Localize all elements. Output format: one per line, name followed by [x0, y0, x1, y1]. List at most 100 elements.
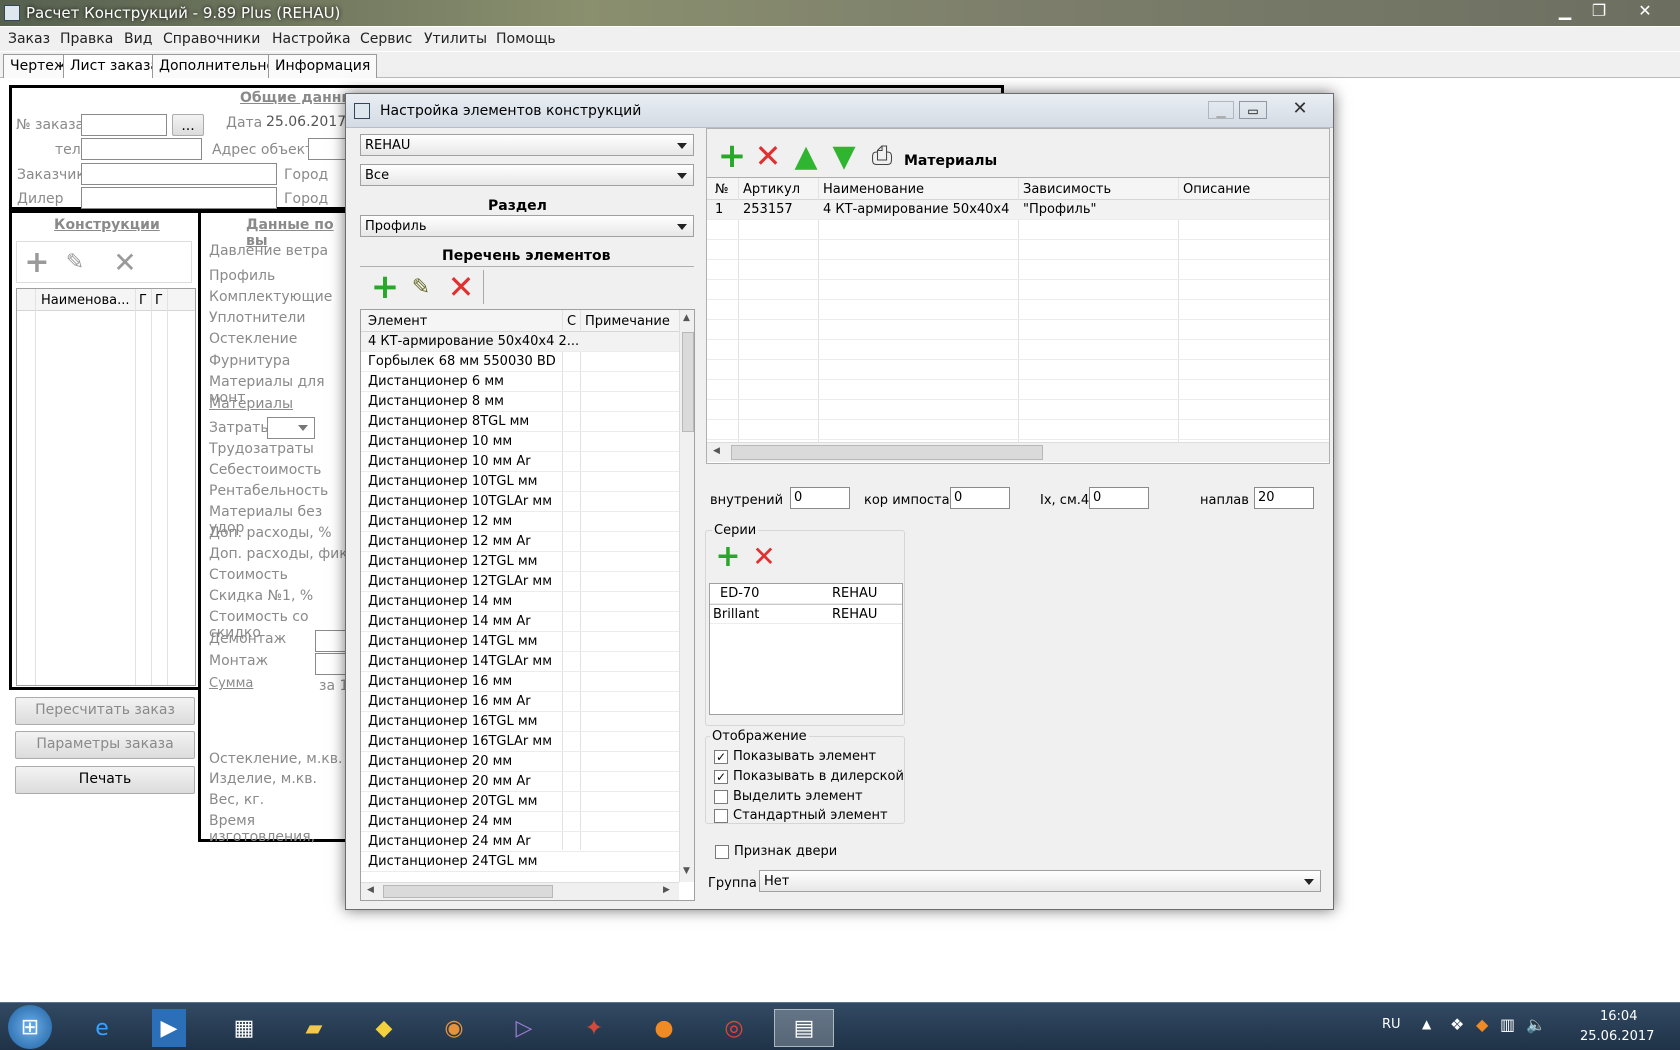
- list-item[interactable]: Brillant REHAU: [710, 604, 902, 624]
- list-item[interactable]: Дистанционер 10TGL мм: [361, 472, 679, 492]
- tel-input[interactable]: [81, 138, 202, 160]
- table-row[interactable]: [707, 240, 1329, 260]
- materials-link[interactable]: Материалы: [209, 396, 293, 412]
- list-item[interactable]: Дистанционер 12TGL мм: [361, 552, 679, 572]
- naplav-input[interactable]: 20: [1254, 487, 1314, 509]
- hscroll-thumb[interactable]: [383, 885, 553, 898]
- menu-view[interactable]: Вид: [124, 31, 152, 47]
- scroll-left-icon[interactable]: ◀: [713, 446, 720, 456]
- show-element-checkbox[interactable]: ✓: [714, 750, 728, 764]
- materials-table[interactable]: № Артикул Наименование Зависимость Описа…: [707, 177, 1329, 463]
- dealer-input[interactable]: [81, 187, 277, 209]
- menu-settings[interactable]: Настройка: [272, 31, 351, 47]
- table-row[interactable]: [707, 300, 1329, 320]
- customer-input[interactable]: [81, 163, 277, 185]
- list-item[interactable]: Дистанционер 14 мм: [361, 592, 679, 612]
- delete-construction-icon[interactable]: ✕: [109, 246, 141, 279]
- move-down-icon[interactable]: ▼: [827, 139, 861, 174]
- order-params-button[interactable]: Параметры заказа: [15, 731, 195, 759]
- materials-hscrollbar[interactable]: ◀: [707, 442, 1329, 462]
- table-row[interactable]: [707, 380, 1329, 400]
- sum-link[interactable]: Сумма: [209, 676, 253, 691]
- list-item[interactable]: Дистанционер 20 мм: [361, 752, 679, 772]
- hscroll-thumb[interactable]: [731, 445, 1043, 460]
- group-combo[interactable]: Нет: [759, 870, 1321, 892]
- maximize-button[interactable]: ❐: [1584, 0, 1614, 22]
- list-item[interactable]: Дистанционер 12TGLAr мм: [361, 572, 679, 592]
- scroll-right-icon[interactable]: ▶: [663, 885, 670, 895]
- list-item[interactable]: Дистанционер 12 мм: [361, 512, 679, 532]
- col-dependency[interactable]: Зависимость: [1023, 182, 1111, 197]
- inner-input[interactable]: 0: [790, 487, 850, 509]
- list-item[interactable]: Дистанционер 16TGLAr мм: [361, 732, 679, 752]
- dialog-close-button[interactable]: ✕: [1278, 98, 1322, 120]
- start-button[interactable]: ⊞: [8, 1005, 52, 1049]
- list-item[interactable]: Дистанционер 24 мм: [361, 812, 679, 832]
- highlight-element-checkbox[interactable]: [714, 790, 728, 804]
- vscroll-thumb[interactable]: [682, 332, 694, 432]
- col-g2[interactable]: Г: [155, 293, 163, 308]
- active-app-icon[interactable]: ▤: [774, 1009, 834, 1047]
- list-item[interactable]: Дистанционер 24TGL мм: [361, 852, 679, 872]
- viewer-icon[interactable]: ◉: [432, 1009, 476, 1047]
- visual-studio-icon[interactable]: ▷: [502, 1009, 546, 1047]
- filter-combo[interactable]: Все: [360, 164, 694, 186]
- network-icon[interactable]: ▥: [1500, 1015, 1515, 1034]
- menu-edit[interactable]: Правка: [60, 31, 113, 47]
- table-row[interactable]: 1 253157 4 КТ-армирование 50х40х4 "Профи…: [707, 200, 1329, 220]
- list-item[interactable]: 4 КТ-армирование 50х40х4 2...: [361, 332, 679, 352]
- list-item[interactable]: Дистанционер 10 мм Ar: [361, 452, 679, 472]
- list-item[interactable]: Дистанционер 20 мм Ar: [361, 772, 679, 792]
- list-item[interactable]: Дистанционер 16 мм: [361, 672, 679, 692]
- batman-icon[interactable]: ◆: [362, 1009, 406, 1047]
- folder-icon[interactable]: ▰: [292, 1009, 336, 1047]
- show-dealer-checkbox[interactable]: ✓: [714, 770, 728, 784]
- add-element-icon[interactable]: +: [368, 270, 402, 304]
- table-row[interactable]: [707, 220, 1329, 240]
- tray-app-icon[interactable]: ◆: [1476, 1015, 1488, 1034]
- col-c[interactable]: С: [567, 314, 576, 329]
- table-row[interactable]: [707, 260, 1329, 280]
- system-combo[interactable]: REHAU: [360, 134, 694, 156]
- menu-utilities[interactable]: Утилиты: [424, 31, 487, 47]
- table-row[interactable]: [707, 340, 1329, 360]
- elements-list[interactable]: Элемент С Примечание 4 КТ-армирование 50…: [360, 309, 695, 901]
- col-g1[interactable]: Г: [139, 293, 147, 308]
- door-checkbox[interactable]: [715, 845, 729, 859]
- tab-additional[interactable]: Дополнительно: [152, 54, 283, 78]
- list-item[interactable]: Дистанционер 16TGL мм: [361, 712, 679, 732]
- delete-series-icon[interactable]: ✕: [748, 541, 780, 573]
- scroll-down-icon[interactable]: ▼: [683, 866, 690, 876]
- table-row[interactable]: [707, 360, 1329, 380]
- list-item[interactable]: Дистанционер 10TGLAr мм: [361, 492, 679, 512]
- address-input[interactable]: [308, 138, 348, 160]
- costs-dropdown[interactable]: [267, 417, 315, 439]
- menu-references[interactable]: Справочники: [163, 31, 260, 47]
- menu-order[interactable]: Заказ: [8, 31, 50, 47]
- date-value[interactable]: 25.06.2017: [266, 114, 346, 130]
- edit-construction-icon[interactable]: ✎: [61, 248, 89, 276]
- scroll-left-icon[interactable]: ◀: [367, 885, 374, 895]
- add-series-icon[interactable]: +: [712, 541, 744, 573]
- add-construction-icon[interactable]: +: [21, 245, 53, 280]
- app-red-icon[interactable]: ✦: [572, 1009, 616, 1047]
- calculator-icon[interactable]: ▦: [222, 1009, 266, 1047]
- list-item[interactable]: Дистанционер 14TGLAr мм: [361, 652, 679, 672]
- col-element[interactable]: Элемент: [368, 314, 427, 329]
- table-row[interactable]: [707, 420, 1329, 440]
- standard-element-checkbox[interactable]: [714, 809, 728, 823]
- firefox-icon[interactable]: ●: [642, 1009, 686, 1047]
- close-button[interactable]: ✕: [1625, 0, 1665, 22]
- tab-order-sheet[interactable]: Лист заказа: [63, 54, 167, 78]
- list-item[interactable]: Дистанционер 16 мм Ar: [361, 692, 679, 712]
- chrome-icon[interactable]: ◎: [712, 1009, 756, 1047]
- ix-input[interactable]: 0: [1089, 487, 1149, 509]
- list-item[interactable]: Дистанционер 20TGL мм: [361, 792, 679, 812]
- col-name[interactable]: Наименование: [823, 182, 924, 197]
- clock-date[interactable]: 25.06.2017: [1580, 1029, 1654, 1044]
- col-note[interactable]: Примечание: [585, 314, 670, 329]
- col-number[interactable]: №: [715, 182, 729, 197]
- table-row[interactable]: [707, 320, 1329, 340]
- elements-hscrollbar[interactable]: ◀ ▶: [361, 882, 679, 900]
- add-material-icon[interactable]: +: [715, 139, 749, 173]
